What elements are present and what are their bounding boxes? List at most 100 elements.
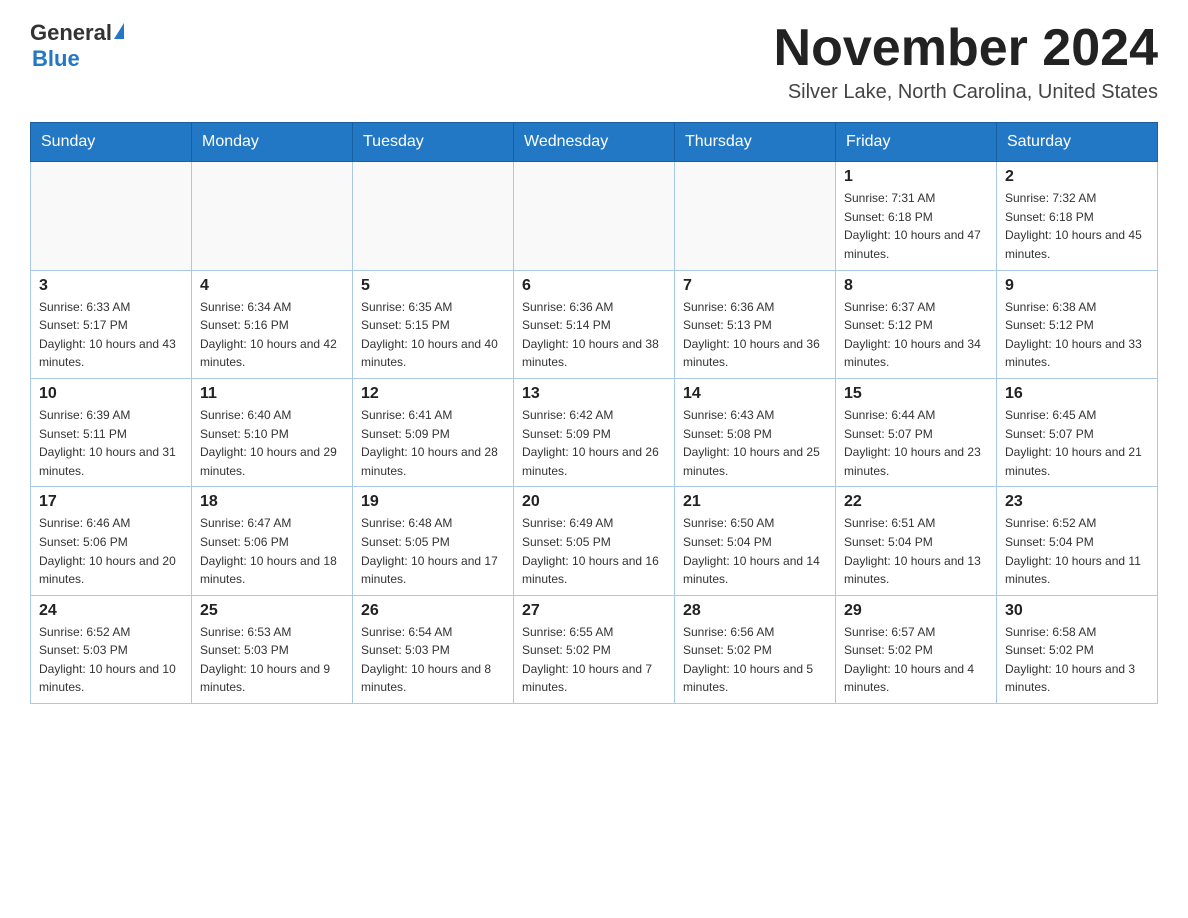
day-info: Sunrise: 6:53 AM Sunset: 5:03 PM Dayligh…: [200, 623, 344, 697]
header-saturday: Saturday: [997, 123, 1158, 162]
table-row: 19 Sunrise: 6:48 AM Sunset: 5:05 PM Dayli…: [353, 487, 514, 595]
day-number: 29: [844, 602, 988, 620]
day-number: 8: [844, 277, 988, 295]
table-row: 11 Sunrise: 6:40 AM Sunset: 5:10 PM Dayli…: [192, 378, 353, 486]
header-tuesday: Tuesday: [353, 123, 514, 162]
day-info: Sunrise: 6:56 AM Sunset: 5:02 PM Dayligh…: [683, 623, 827, 697]
day-info: Sunrise: 6:39 AM Sunset: 5:11 PM Dayligh…: [39, 406, 183, 480]
day-info: Sunrise: 6:48 AM Sunset: 5:05 PM Dayligh…: [361, 514, 505, 588]
day-info: Sunrise: 6:54 AM Sunset: 5:03 PM Dayligh…: [361, 623, 505, 697]
table-row: [192, 162, 353, 270]
day-info: Sunrise: 6:36 AM Sunset: 5:13 PM Dayligh…: [683, 298, 827, 372]
month-title: November 2024: [774, 20, 1158, 77]
table-row: 30 Sunrise: 6:58 AM Sunset: 5:02 PM Dayli…: [997, 595, 1158, 703]
header-monday: Monday: [192, 123, 353, 162]
table-row: 4Sunrise: 6:34 AM Sunset: 5:16 PM Daylig…: [192, 270, 353, 378]
day-number: 13: [522, 385, 666, 403]
table-row: 10 Sunrise: 6:39 AM Sunset: 5:11 PM Dayli…: [31, 378, 192, 486]
week-row-4: 24 Sunrise: 6:52 AM Sunset: 5:03 PM Dayli…: [31, 595, 1158, 703]
day-info: Sunrise: 6:47 AM Sunset: 5:06 PM Dayligh…: [200, 514, 344, 588]
day-info: Sunrise: 6:57 AM Sunset: 5:02 PM Dayligh…: [844, 623, 988, 697]
table-row: 12 Sunrise: 6:41 AM Sunset: 5:09 PM Dayli…: [353, 378, 514, 486]
day-info: Sunrise: 6:36 AM Sunset: 5:14 PM Dayligh…: [522, 298, 666, 372]
day-number: 22: [844, 493, 988, 511]
table-row: 28 Sunrise: 6:56 AM Sunset: 5:02 PM Dayli…: [675, 595, 836, 703]
table-row: 21 Sunrise: 6:50 AM Sunset: 5:04 PM Dayli…: [675, 487, 836, 595]
day-number: 28: [683, 602, 827, 620]
location-subtitle: Silver Lake, North Carolina, United Stat…: [774, 81, 1158, 104]
table-row: [514, 162, 675, 270]
table-row: 8Sunrise: 6:37 AM Sunset: 5:12 PM Daylig…: [836, 270, 997, 378]
table-row: 23 Sunrise: 6:52 AM Sunset: 5:04 PM Dayli…: [997, 487, 1158, 595]
day-number: 17: [39, 493, 183, 511]
logo: General Blue: [30, 20, 124, 72]
table-row: 1 Sunrise: 7:31 AM Sunset: 6:18 PM Daylig…: [836, 162, 997, 270]
table-row: 16Sunrise: 6:45 AM Sunset: 5:07 PM Dayli…: [997, 378, 1158, 486]
table-row: 27 Sunrise: 6:55 AM Sunset: 5:02 PM Dayli…: [514, 595, 675, 703]
table-row: 22Sunrise: 6:51 AM Sunset: 5:04 PM Dayli…: [836, 487, 997, 595]
table-row: [353, 162, 514, 270]
day-number: 2: [1005, 168, 1149, 186]
calendar-table: Sunday Monday Tuesday Wednesday Thursday…: [30, 122, 1158, 704]
table-row: 2 Sunrise: 7:32 AM Sunset: 6:18 PM Daylig…: [997, 162, 1158, 270]
day-number: 30: [1005, 602, 1149, 620]
day-number: 3: [39, 277, 183, 295]
day-info: Sunrise: 6:33 AM Sunset: 5:17 PM Dayligh…: [39, 298, 183, 372]
day-number: 25: [200, 602, 344, 620]
header-wednesday: Wednesday: [514, 123, 675, 162]
table-row: 29 Sunrise: 6:57 AM Sunset: 5:02 PM Dayli…: [836, 595, 997, 703]
day-info: Sunrise: 6:58 AM Sunset: 5:02 PM Dayligh…: [1005, 623, 1149, 697]
day-number: 16: [1005, 385, 1149, 403]
logo-triangle-icon: [114, 23, 124, 39]
table-row: [31, 162, 192, 270]
day-number: 4: [200, 277, 344, 295]
day-number: 10: [39, 385, 183, 403]
day-number: 23: [1005, 493, 1149, 511]
day-number: 14: [683, 385, 827, 403]
table-row: [675, 162, 836, 270]
table-row: 20Sunrise: 6:49 AM Sunset: 5:05 PM Dayli…: [514, 487, 675, 595]
day-info: Sunrise: 6:40 AM Sunset: 5:10 PM Dayligh…: [200, 406, 344, 480]
table-row: 17Sunrise: 6:46 AM Sunset: 5:06 PM Dayli…: [31, 487, 192, 595]
day-info: Sunrise: 6:52 AM Sunset: 5:03 PM Dayligh…: [39, 623, 183, 697]
day-number: 26: [361, 602, 505, 620]
day-info: Sunrise: 7:32 AM Sunset: 6:18 PM Dayligh…: [1005, 189, 1149, 263]
day-number: 21: [683, 493, 827, 511]
day-info: Sunrise: 6:50 AM Sunset: 5:04 PM Dayligh…: [683, 514, 827, 588]
day-number: 19: [361, 493, 505, 511]
table-row: 26 Sunrise: 6:54 AM Sunset: 5:03 PM Dayli…: [353, 595, 514, 703]
day-number: 1: [844, 168, 988, 186]
week-row-3: 17Sunrise: 6:46 AM Sunset: 5:06 PM Dayli…: [31, 487, 1158, 595]
day-info: Sunrise: 6:55 AM Sunset: 5:02 PM Dayligh…: [522, 623, 666, 697]
logo-blue-text: Blue: [32, 46, 80, 72]
day-number: 11: [200, 385, 344, 403]
day-info: Sunrise: 6:43 AM Sunset: 5:08 PM Dayligh…: [683, 406, 827, 480]
header-friday: Friday: [836, 123, 997, 162]
title-area: November 2024 Silver Lake, North Carolin…: [774, 20, 1158, 104]
day-info: Sunrise: 6:38 AM Sunset: 5:12 PM Dayligh…: [1005, 298, 1149, 372]
day-number: 5: [361, 277, 505, 295]
table-row: 25 Sunrise: 6:53 AM Sunset: 5:03 PM Dayli…: [192, 595, 353, 703]
table-row: 18 Sunrise: 6:47 AM Sunset: 5:06 PM Dayli…: [192, 487, 353, 595]
weekday-header-row: Sunday Monday Tuesday Wednesday Thursday…: [31, 123, 1158, 162]
day-number: 24: [39, 602, 183, 620]
table-row: 6 Sunrise: 6:36 AM Sunset: 5:14 PM Daylig…: [514, 270, 675, 378]
table-row: 15 Sunrise: 6:44 AM Sunset: 5:07 PM Dayli…: [836, 378, 997, 486]
day-number: 12: [361, 385, 505, 403]
day-info: Sunrise: 7:31 AM Sunset: 6:18 PM Dayligh…: [844, 189, 988, 263]
day-info: Sunrise: 6:42 AM Sunset: 5:09 PM Dayligh…: [522, 406, 666, 480]
day-number: 15: [844, 385, 988, 403]
day-info: Sunrise: 6:35 AM Sunset: 5:15 PM Dayligh…: [361, 298, 505, 372]
day-number: 18: [200, 493, 344, 511]
table-row: 13 Sunrise: 6:42 AM Sunset: 5:09 PM Dayli…: [514, 378, 675, 486]
day-info: Sunrise: 6:49 AM Sunset: 5:05 PM Dayligh…: [522, 514, 666, 588]
day-info: Sunrise: 6:44 AM Sunset: 5:07 PM Dayligh…: [844, 406, 988, 480]
table-row: 3 Sunrise: 6:33 AM Sunset: 5:17 PM Daylig…: [31, 270, 192, 378]
day-info: Sunrise: 6:41 AM Sunset: 5:09 PM Dayligh…: [361, 406, 505, 480]
week-row-0: 1 Sunrise: 7:31 AM Sunset: 6:18 PM Daylig…: [31, 162, 1158, 270]
page-header: General Blue November 2024 Silver Lake, …: [30, 20, 1158, 104]
day-info: Sunrise: 6:52 AM Sunset: 5:04 PM Dayligh…: [1005, 514, 1149, 588]
day-number: 6: [522, 277, 666, 295]
day-number: 27: [522, 602, 666, 620]
table-row: 7Sunrise: 6:36 AM Sunset: 5:13 PM Daylig…: [675, 270, 836, 378]
